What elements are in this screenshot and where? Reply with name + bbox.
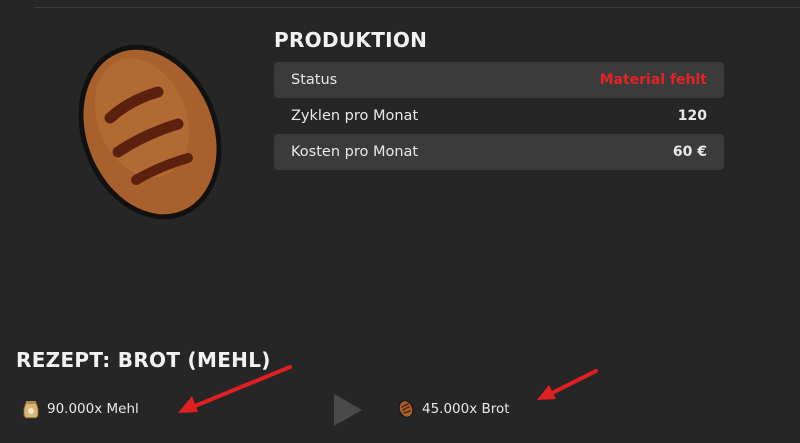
production-title: PRODUKTION bbox=[274, 28, 428, 52]
status-row: Status Material fehlt bbox=[274, 62, 724, 98]
production-panel: PRODUKTION Status Material fehlt Zyklen … bbox=[274, 28, 724, 170]
recipe-output: 45.000x Brot bbox=[397, 399, 510, 419]
cost-label: Kosten pro Monat bbox=[291, 144, 419, 160]
play-arrow-icon bbox=[334, 394, 362, 426]
cost-value: 60 € bbox=[672, 144, 707, 160]
cost-row: Kosten pro Monat 60 € bbox=[274, 134, 724, 170]
output-amount: 45.000x Brot bbox=[422, 401, 510, 417]
top-divider bbox=[34, 7, 800, 8]
flour-sack-icon bbox=[23, 401, 39, 419]
annotation-arrow-output bbox=[537, 369, 598, 400]
recipe-title: REZEPT: BROT (MEHL) bbox=[16, 348, 271, 372]
input-amount: 90.000x Mehl bbox=[47, 401, 139, 417]
status-value: Material fehlt bbox=[599, 72, 707, 88]
cycles-label: Zyklen pro Monat bbox=[291, 108, 419, 124]
cycles-value: 120 bbox=[677, 108, 707, 124]
cycles-row: Zyklen pro Monat 120 bbox=[274, 98, 724, 134]
bread-product-icon bbox=[78, 44, 222, 220]
bread-icon bbox=[398, 400, 414, 418]
status-label: Status bbox=[291, 72, 338, 88]
recipe-input: 90.000x Mehl bbox=[22, 399, 139, 419]
